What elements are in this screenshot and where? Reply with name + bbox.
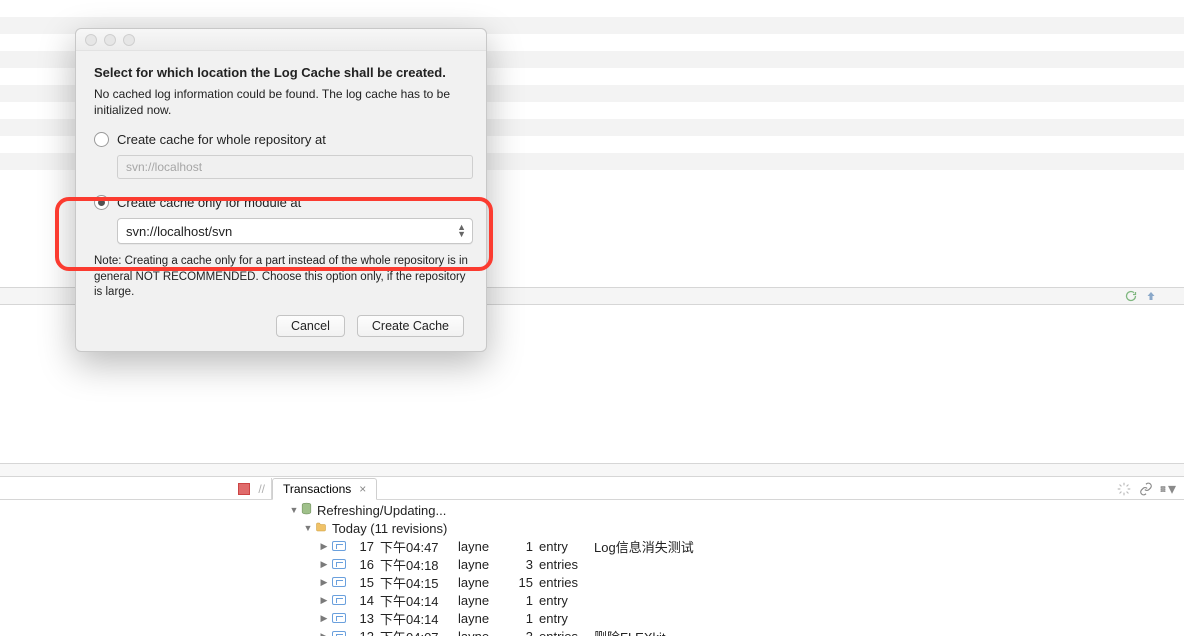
- radio-icon[interactable]: [94, 132, 109, 147]
- whole-repo-url-field: svn://localhost: [117, 155, 473, 179]
- database-icon: [300, 502, 313, 518]
- revision-entry-count: 3: [513, 629, 539, 636]
- revision-icon: [332, 631, 346, 636]
- window-zoom-icon[interactable]: [123, 34, 135, 46]
- dialog-subtext: No cached log information could be found…: [94, 86, 468, 118]
- revision-row[interactable]: 16下午04:18layne3entries: [282, 555, 1184, 573]
- spinner-icon: [1116, 481, 1132, 497]
- revision-time: 下午04:14: [380, 609, 458, 628]
- revision-entry-count: 1: [513, 593, 539, 608]
- window-minimize-icon[interactable]: [104, 34, 116, 46]
- revision-row[interactable]: 14下午04:14layne1entry: [282, 591, 1184, 609]
- revision-row[interactable]: 17下午04:47layne1entryLog信息消失测试: [282, 537, 1184, 555]
- combo-stepper-icon[interactable]: ▲▼: [457, 224, 466, 238]
- revision-number: 13: [352, 611, 380, 626]
- revision-author: layne: [458, 575, 513, 590]
- up-arrow-icon[interactable]: [1144, 289, 1158, 303]
- revision-author: layne: [458, 557, 513, 572]
- revision-icon: [332, 595, 346, 605]
- folder-icon: [314, 521, 328, 536]
- revision-row[interactable]: 12下午04:07layne3entries删除FLEXkit: [282, 627, 1184, 636]
- revision-entry-count: 3: [513, 557, 539, 572]
- revision-number: 15: [352, 575, 380, 590]
- left-mini-toolbar: //: [0, 478, 272, 500]
- radio-whole-repository[interactable]: Create cache for whole repository at: [94, 132, 468, 147]
- revision-author: layne: [458, 611, 513, 626]
- radio-module-label: Create cache only for module at: [117, 195, 301, 210]
- radio-icon[interactable]: [94, 195, 109, 210]
- revision-entry-count: 15: [513, 575, 539, 590]
- revision-icon: [332, 613, 346, 623]
- revision-author: layne: [458, 539, 513, 554]
- disclosure-triangle-icon[interactable]: [302, 523, 314, 533]
- revision-entry-unit: entries: [539, 629, 594, 636]
- link-icon[interactable]: [1138, 481, 1154, 497]
- create-cache-button[interactable]: Create Cache: [357, 315, 464, 337]
- revision-icon: [332, 577, 346, 587]
- radio-module-only[interactable]: Create cache only for module at: [94, 195, 468, 210]
- revision-entry-unit: entry: [539, 539, 594, 554]
- revision-entry-unit: entries: [539, 557, 594, 572]
- revision-icon: [332, 541, 346, 551]
- horizontal-split-handle[interactable]: [0, 463, 1184, 477]
- revision-row[interactable]: 15下午04:15layne15entries: [282, 573, 1184, 591]
- dialog-note: Note: Creating a cache only for a part i…: [94, 254, 468, 301]
- tab-label: Transactions: [283, 482, 351, 496]
- revision-time: 下午04:14: [380, 591, 458, 610]
- revision-time: 下午04:07: [380, 627, 458, 636]
- module-url-combo[interactable]: svn://localhost/svn ▲▼: [117, 218, 473, 244]
- refresh-icon[interactable]: [1124, 289, 1138, 303]
- revision-time: 下午04:47: [380, 537, 458, 556]
- module-url-value: svn://localhost/svn: [126, 224, 232, 239]
- toolbar-divider-icon: //: [258, 482, 265, 496]
- revision-time: 下午04:15: [380, 573, 458, 592]
- tree-root-row[interactable]: Refreshing/Updating...: [282, 501, 1184, 519]
- tab-close-icon[interactable]: ×: [359, 482, 366, 496]
- disclosure-triangle-icon[interactable]: [318, 577, 330, 588]
- revision-row[interactable]: 13下午04:14layne1entry: [282, 609, 1184, 627]
- revision-author: layne: [458, 593, 513, 608]
- revision-number: 17: [352, 539, 380, 554]
- revision-message: 删除FLEXkit: [594, 627, 666, 636]
- settings-dropdown-icon[interactable]: ▾: [1160, 481, 1176, 497]
- tree-root-label: Refreshing/Updating...: [317, 503, 446, 518]
- tab-transactions[interactable]: Transactions ×: [272, 478, 377, 500]
- revision-entry-unit: entries: [539, 575, 594, 590]
- disclosure-triangle-icon[interactable]: [288, 505, 300, 515]
- log-cache-dialog: Select for which location the Log Cache …: [75, 28, 487, 352]
- stop-icon[interactable]: [238, 483, 250, 495]
- tree-today-row[interactable]: Today (11 revisions): [282, 519, 1184, 537]
- revision-number: 14: [352, 593, 380, 608]
- revision-time: 下午04:18: [380, 555, 458, 574]
- disclosure-triangle-icon[interactable]: [318, 541, 330, 552]
- revision-author: layne: [458, 629, 513, 636]
- radio-whole-label: Create cache for whole repository at: [117, 132, 326, 147]
- disclosure-triangle-icon[interactable]: [318, 613, 330, 624]
- dialog-heading: Select for which location the Log Cache …: [94, 65, 468, 80]
- disclosure-triangle-icon[interactable]: [318, 631, 330, 636]
- tab-bar: Transactions × ▾: [272, 478, 1184, 500]
- tree-today-label: Today (11 revisions): [332, 521, 447, 536]
- disclosure-triangle-icon[interactable]: [318, 595, 330, 606]
- revision-entry-unit: entry: [539, 611, 594, 626]
- dialog-titlebar[interactable]: [76, 29, 486, 51]
- revision-entry-unit: entry: [539, 593, 594, 608]
- revision-entry-count: 1: [513, 611, 539, 626]
- revision-icon: [332, 559, 346, 569]
- revision-number: 16: [352, 557, 380, 572]
- revision-message: Log信息消失测试: [594, 537, 694, 556]
- disclosure-triangle-icon[interactable]: [318, 559, 330, 570]
- transactions-tree[interactable]: Refreshing/Updating... Today (11 revisio…: [282, 501, 1184, 636]
- whole-repo-url-value: svn://localhost: [126, 160, 202, 174]
- cancel-button[interactable]: Cancel: [276, 315, 345, 337]
- revision-number: 12: [352, 629, 380, 636]
- revision-entry-count: 1: [513, 539, 539, 554]
- window-close-icon[interactable]: [85, 34, 97, 46]
